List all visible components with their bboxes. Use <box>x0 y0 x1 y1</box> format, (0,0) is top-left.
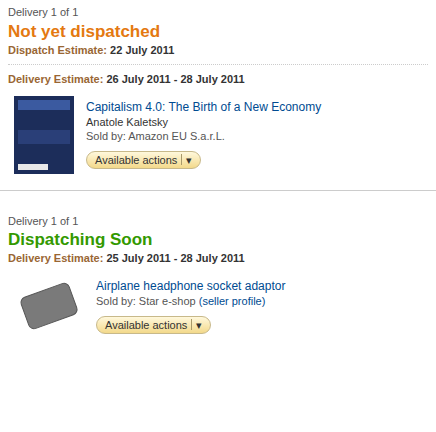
caret-icon: ▾ <box>196 318 202 332</box>
item-seller: Sold by: Star e-shop (seller profile) <box>96 294 285 308</box>
delivery-estimate: Delivery Estimate: 26 July 2011 - 28 Jul… <box>8 71 428 88</box>
shipment-status: Not yet dispatched <box>8 21 428 42</box>
available-actions-button[interactable]: Available actions▾ <box>96 316 211 334</box>
order-item: Capitalism 4.0: The Birth of a New Econo… <box>8 96 428 174</box>
order-item: Airplane headphone socket adaptorSold by… <box>8 275 428 337</box>
item-title[interactable]: Capitalism 4.0: The Birth of a New Econo… <box>86 100 321 115</box>
dispatch-estimate: Dispatch Estimate: 22 July 2011 <box>8 42 428 66</box>
adaptor-image[interactable] <box>14 275 84 337</box>
delivery-estimate: Delivery Estimate: 25 July 2011 - 28 Jul… <box>8 250 428 267</box>
item-author: Anatole Kaletsky <box>86 115 321 129</box>
book-cover-image[interactable] <box>14 96 74 174</box>
seller-profile-link[interactable]: (seller profile) <box>196 295 266 307</box>
delivery-label: Delivery 1 of 1 <box>8 4 428 21</box>
caret-icon: ▾ <box>186 153 192 167</box>
delivery-label: Delivery 1 of 1 <box>8 213 428 230</box>
item-seller: Sold by: Amazon EU S.a.r.L. <box>86 129 321 143</box>
shipment: Delivery 1 of 1Not yet dispatchedDispatc… <box>0 0 436 191</box>
shipment: Delivery 1 of 1Dispatching SoonDelivery … <box>0 191 436 337</box>
item-title[interactable]: Airplane headphone socket adaptor <box>96 279 285 294</box>
available-actions-button[interactable]: Available actions▾ <box>86 151 201 169</box>
order-details: Delivery 1 of 1Not yet dispatchedDispatc… <box>0 0 436 432</box>
shipment-status: Dispatching Soon <box>8 229 428 250</box>
